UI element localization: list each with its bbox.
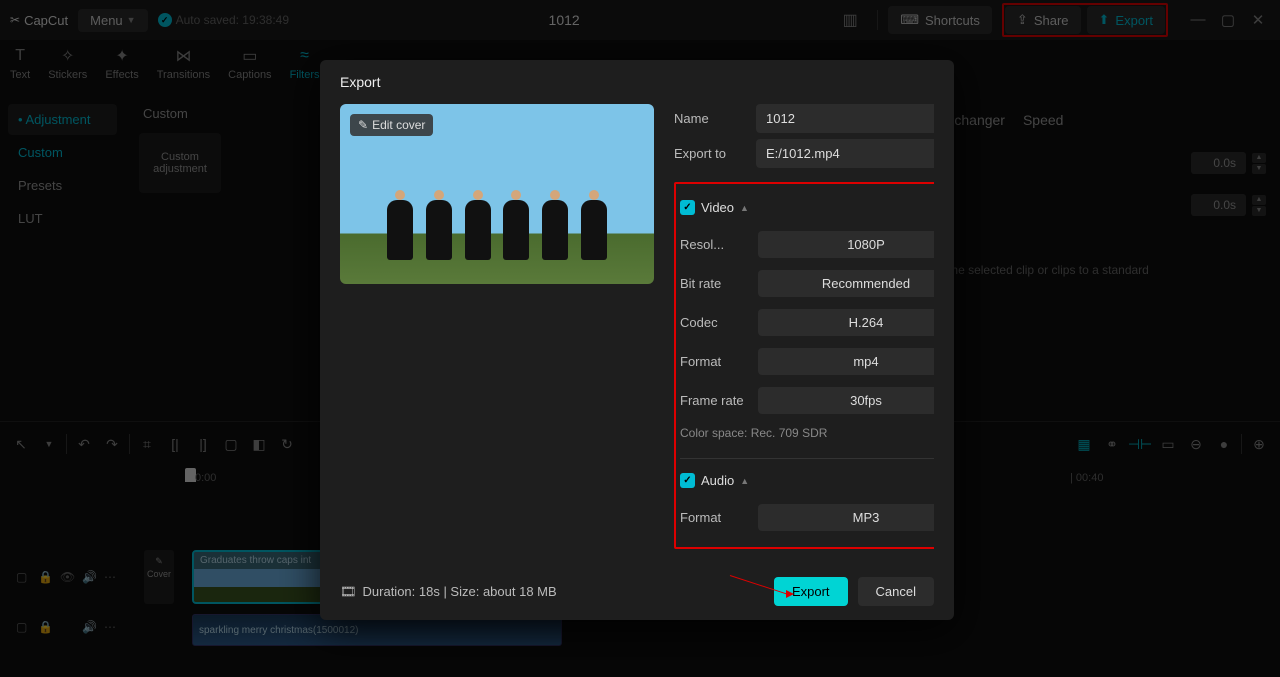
modal-title: Export [340, 74, 934, 90]
preview-column: ✎ Edit cover [340, 104, 654, 563]
export-modal: Export ✎ Edit cover Name Export to 🗀 [320, 60, 954, 620]
footer-info: 🎞 Duration: 18s | Size: about 18 MB [340, 584, 557, 600]
bitrate-row: Bit rate Recommended▼ [680, 264, 934, 303]
format-select[interactable]: mp4▼ [758, 348, 934, 375]
cover-preview: ✎ Edit cover [340, 104, 654, 284]
audio-checkbox[interactable]: ✓ [680, 473, 695, 488]
film-icon: 🎞 [340, 584, 357, 600]
framerate-row: Frame rate 30fps▼ [680, 381, 934, 420]
export-options-highlight: ✓ Video ▲ Resol... 1080P▼ Bit rate Recom… [674, 182, 934, 549]
pencil-icon: ✎ [358, 118, 368, 132]
video-checkbox[interactable]: ✓ [680, 200, 695, 215]
color-space-info: Color space: Rec. 709 SDR [680, 420, 934, 450]
audio-format-row: Format MP3▼ [680, 498, 934, 537]
resolution-row: Resol... 1080P▼ [680, 225, 934, 264]
edit-cover-button[interactable]: ✎ Edit cover [350, 114, 433, 136]
video-section-header[interactable]: ✓ Video ▲ [680, 194, 934, 225]
cancel-button[interactable]: Cancel [858, 577, 934, 606]
format-row: Format mp4▼ [680, 342, 934, 381]
codec-row: Codec H.264▼ [680, 303, 934, 342]
name-input[interactable] [756, 104, 934, 133]
export-form: Name Export to 🗀 ✓ Video ▲ Resol... 1080… [674, 104, 934, 563]
divider [680, 458, 934, 459]
modal-footer: 🎞 Duration: 18s | Size: about 18 MB Expo… [340, 563, 934, 606]
export-path-input[interactable] [756, 139, 934, 168]
caret-up-icon: ▲ [740, 203, 749, 213]
export-confirm-button[interactable]: Export [774, 577, 848, 606]
framerate-select[interactable]: 30fps▼ [758, 387, 934, 414]
bitrate-select[interactable]: Recommended▼ [758, 270, 934, 297]
preview-figures [340, 200, 654, 260]
codec-select[interactable]: H.264▼ [758, 309, 934, 336]
caret-up-icon: ▲ [740, 476, 749, 486]
export-to-row: Export to 🗀 [674, 139, 934, 168]
audio-section-header[interactable]: ✓ Audio ▲ [680, 467, 934, 498]
resolution-select[interactable]: 1080P▼ [758, 231, 934, 258]
export-to-label: Export to [674, 146, 746, 161]
name-row: Name [674, 104, 934, 133]
audio-format-select[interactable]: MP3▼ [758, 504, 934, 531]
name-label: Name [674, 111, 746, 126]
